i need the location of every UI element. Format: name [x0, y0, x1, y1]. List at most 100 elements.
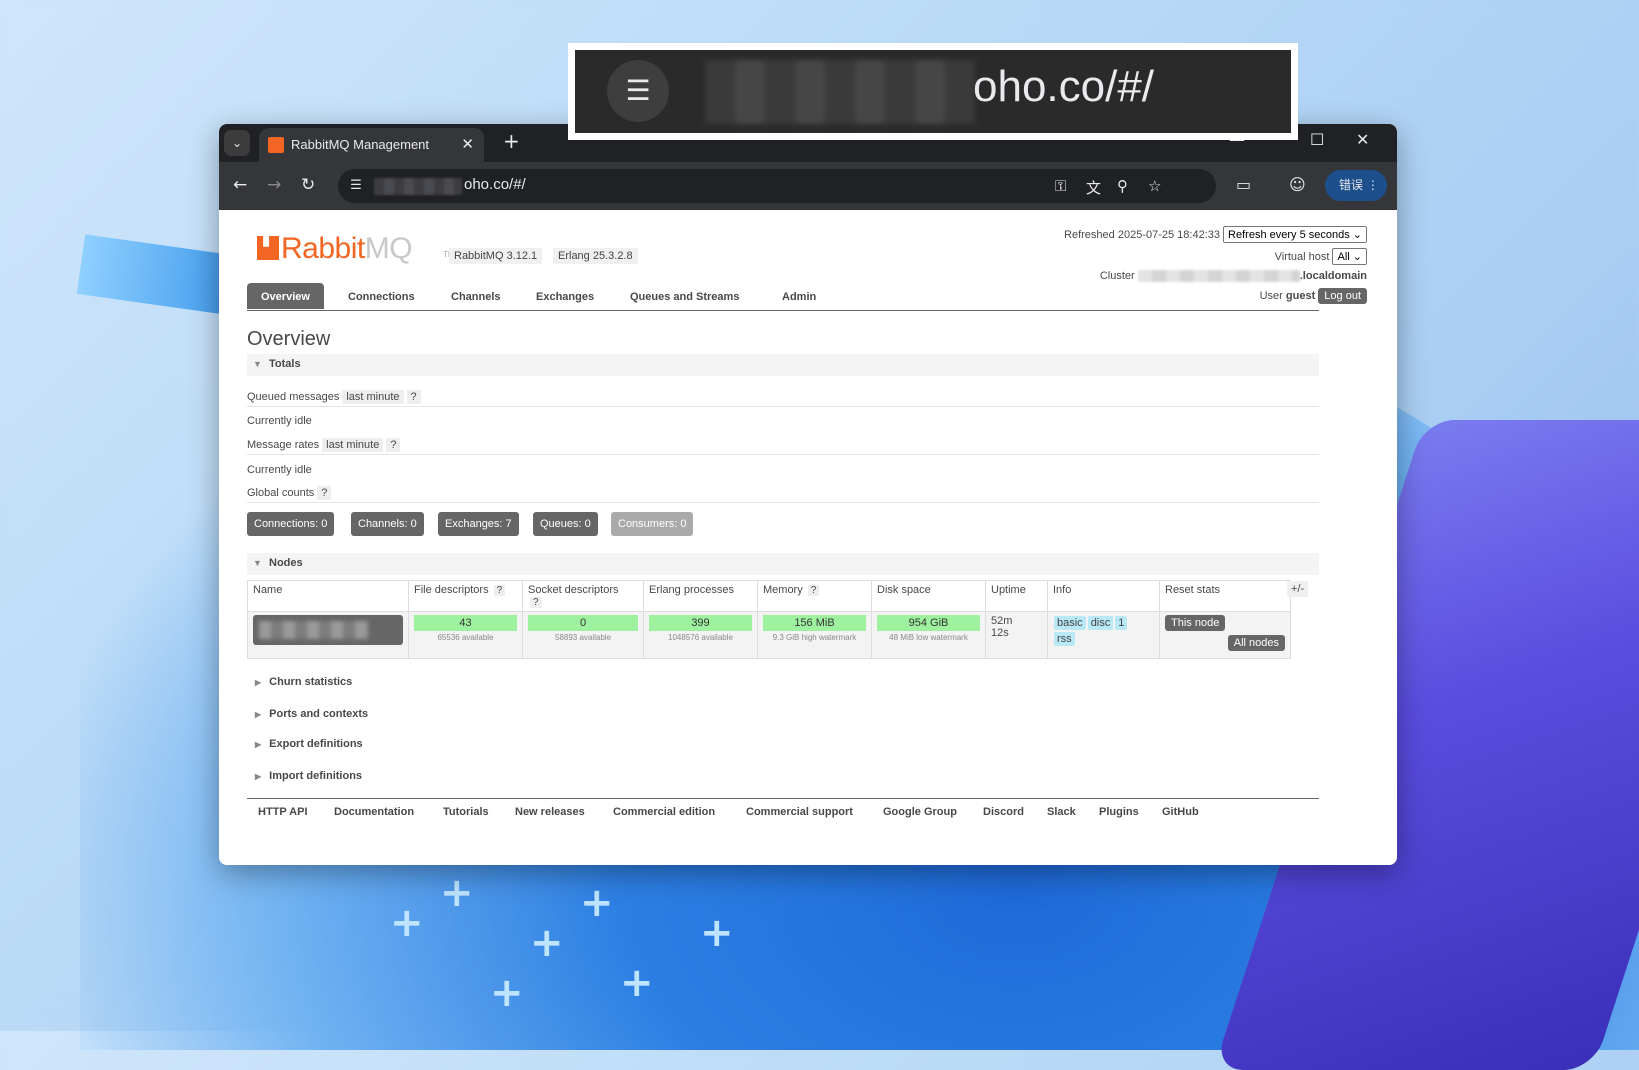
tab-overview[interactable]: Overview	[247, 283, 324, 309]
help-button[interactable]: ?	[317, 486, 332, 500]
footer-link-tutorials[interactable]: Tutorials	[443, 806, 489, 818]
exchanges-count-button[interactable]: Exchanges: 7	[438, 512, 519, 536]
channels-count-button[interactable]: Channels: 0	[351, 512, 424, 536]
nodes-section-header[interactable]: ▼ Nodes	[247, 553, 1319, 575]
wallpaper-plus-mark: +	[390, 900, 424, 946]
divider	[247, 406, 1319, 407]
tab-admin[interactable]: Admin	[768, 283, 830, 309]
tab-queues-and-streams[interactable]: Queues and Streams	[616, 283, 753, 309]
info-badge-count: 1	[1115, 616, 1128, 630]
collapsed-triangle-icon: ▶	[255, 710, 262, 719]
tab-title: RabbitMQ Management	[291, 137, 430, 152]
forward-icon[interactable]: →	[267, 175, 281, 195]
tab-channels[interactable]: Channels	[437, 283, 515, 309]
url-text[interactable]: oho.co/#/	[464, 176, 526, 193]
churn-statistics-section[interactable]: ▶ Churn statistics	[247, 676, 352, 688]
translate-icon[interactable]: 文	[1086, 177, 1101, 198]
rabbitmq-favicon-icon	[268, 137, 284, 153]
reload-icon[interactable]: ↻	[301, 175, 315, 195]
tab-close-icon[interactable]: ✕	[461, 135, 474, 153]
connections-count-button[interactable]: Connections: 0	[247, 512, 335, 536]
extensions-icon[interactable]: ▭	[1236, 175, 1251, 194]
reset-stats-cell: This node All nodes	[1159, 611, 1291, 659]
cluster-suffix: .localdomain	[1299, 270, 1367, 282]
wallpaper-plus-mark: +	[490, 970, 524, 1016]
tab-connections[interactable]: Connections	[334, 283, 429, 309]
main-nav-tabs: Overview Connections Channels Exchanges …	[247, 283, 1319, 311]
column-toggle-button[interactable]: +/-	[1287, 581, 1309, 597]
help-button[interactable]: ?	[530, 597, 542, 608]
close-window-icon[interactable]: ✕	[1356, 130, 1369, 149]
import-definitions-section[interactable]: ▶ Import definitions	[247, 770, 362, 782]
file-descriptors-meter: 43	[414, 615, 517, 631]
profile-label: 错误	[1339, 178, 1364, 192]
profile-error-button[interactable]: 错误 ⋮	[1325, 170, 1387, 201]
totals-section-header[interactable]: ▼ Totals	[247, 354, 1319, 376]
footer-link-google-group[interactable]: Google Group	[883, 806, 957, 818]
footer-link-plugins[interactable]: Plugins	[1099, 806, 1139, 818]
help-button[interactable]: ?	[386, 438, 401, 452]
refreshed-label: Refreshed 2025-07-25 18:42:33	[1064, 229, 1220, 241]
file-descriptors-available: 65536 available	[437, 633, 494, 642]
browser-toolbar: ← → ↻ ☰ oho.co/#/ ⚿ 文 ⚲ ☆ ▭ ☺ 错误 ⋮	[219, 162, 1397, 210]
rabbitmq-version: RabbitMQ 3.12.1	[449, 248, 543, 264]
export-definitions-section[interactable]: ▶ Export definitions	[247, 738, 363, 750]
wallpaper-plus-mark: +	[580, 880, 614, 926]
maximize-icon[interactable]: ☐	[1310, 130, 1324, 149]
table-row: 43 65536 available 0 58893 available 399…	[247, 611, 1291, 659]
active-tab[interactable]: RabbitMQ Management ✕	[259, 128, 484, 162]
vhost-select[interactable]: All ⌄	[1332, 248, 1367, 265]
tab-search-button[interactable]: ⌄	[224, 130, 250, 156]
reset-all-nodes-button[interactable]: All nodes	[1227, 635, 1285, 651]
queues-count-button[interactable]: Queues: 0	[533, 512, 598, 536]
footer-link-commercial-support[interactable]: Commercial support	[746, 806, 853, 818]
footer-link-new-releases[interactable]: New releases	[515, 806, 585, 818]
socket-descriptors-cell: 0 58893 available	[522, 611, 644, 659]
logo-text: RabbitMQ	[281, 232, 413, 266]
account-icon[interactable]: ☺	[1289, 175, 1306, 194]
bookmark-star-icon[interactable]: ☆	[1148, 177, 1161, 195]
uptime-minutes: 52m	[991, 615, 1013, 627]
col-erlang-processes: Erlang processes	[643, 580, 758, 612]
collapsed-triangle-icon: ▶	[255, 740, 262, 749]
memory-cell: 156 MiB 9.3 GiB high watermark	[757, 611, 872, 659]
password-key-icon[interactable]: ⚿	[1055, 177, 1066, 195]
new-tab-icon[interactable]: +	[503, 129, 520, 153]
rabbitmq-logo-icon	[257, 236, 279, 260]
logout-button[interactable]: Log out	[1318, 288, 1367, 304]
col-info: Info	[1047, 580, 1160, 612]
zoom-icon[interactable]: ⚲	[1117, 177, 1128, 195]
footer-link-http-api[interactable]: HTTP API	[258, 806, 308, 818]
refresh-interval-select[interactable]: Refresh every 5 seconds ⌄	[1223, 226, 1367, 243]
help-button[interactable]: ?	[493, 585, 506, 596]
footer-link-slack[interactable]: Slack	[1047, 806, 1076, 818]
reset-this-node-button[interactable]: This node	[1165, 615, 1226, 631]
refresh-select-value: Refresh every 5 seconds	[1228, 229, 1350, 241]
erlang-processes-cell: 399 1048576 available	[643, 611, 758, 659]
rates-range-chip[interactable]: last minute	[322, 438, 384, 452]
footer-link-documentation[interactable]: Documentation	[334, 806, 414, 818]
footer-link-github[interactable]: GitHub	[1162, 806, 1199, 818]
queued-messages-label: Queued messages	[247, 391, 340, 403]
site-info-icon[interactable]: ☰	[346, 176, 366, 196]
info-cell: basic disc 1 rss	[1047, 611, 1160, 659]
help-button[interactable]: ?	[807, 585, 820, 596]
nodes-label: Nodes	[269, 557, 303, 569]
back-icon[interactable]: ←	[233, 175, 247, 195]
col-uptime: Uptime	[985, 580, 1048, 612]
url-redacted	[705, 60, 975, 124]
ports-and-contexts-label: Ports and contexts	[269, 708, 369, 720]
erlang-processes-available: 1048576 available	[668, 633, 733, 642]
help-button[interactable]: ?	[406, 390, 421, 404]
tab-exchanges[interactable]: Exchanges	[522, 283, 608, 309]
address-bar[interactable]: ☰ oho.co/#/ ⚿ 文 ⚲ ☆	[338, 169, 1216, 203]
col-socket-descriptors: Socket descriptors?	[522, 580, 644, 612]
footer-link-commercial-edition[interactable]: Commercial edition	[613, 806, 715, 818]
node-name-redacted[interactable]	[253, 615, 403, 645]
footer-link-discord[interactable]: Discord	[983, 806, 1024, 818]
col-file-descriptors: File descriptors ?	[408, 580, 523, 612]
site-info-icon: ☰	[607, 60, 669, 122]
ports-and-contexts-section[interactable]: ▶ Ports and contexts	[247, 708, 368, 720]
consumers-count-button[interactable]: Consumers: 0	[611, 512, 694, 536]
queued-range-chip[interactable]: last minute	[342, 390, 404, 404]
